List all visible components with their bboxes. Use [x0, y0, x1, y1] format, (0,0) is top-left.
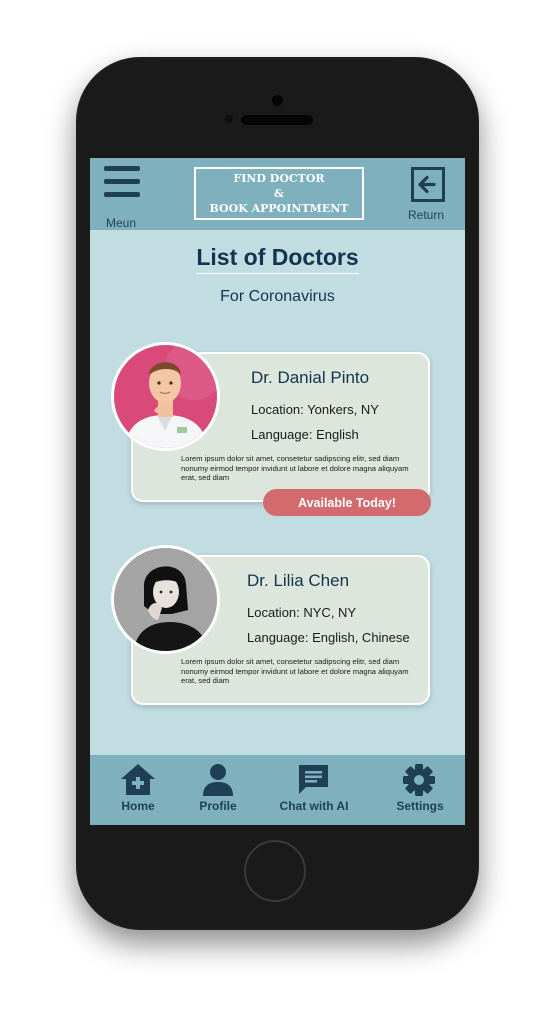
doctor-photo	[111, 342, 220, 451]
doctor-name[interactable]: Dr. Lilia Chen	[247, 571, 349, 591]
nav-profile-label: Profile	[199, 799, 237, 813]
top-bar: Meun FIND DOCTOR & BOOK APPOINTMENT Retu…	[90, 158, 465, 230]
page-subtitle: For Coronavirus	[220, 288, 335, 305]
app-title-line-2: &	[274, 187, 284, 200]
doctor-location: Location: NYC, NY	[247, 605, 357, 620]
doctor-photo	[111, 545, 220, 654]
gear-icon	[403, 764, 435, 796]
app-title-line-3: BOOK APPOINTMENT	[209, 202, 349, 215]
menu-label: Meun	[106, 216, 137, 230]
person-icon	[203, 764, 233, 796]
app-title-box: FIND DOCTOR & BOOK APPOINTMENT	[194, 167, 364, 220]
nav-profile[interactable]: Profile	[194, 755, 242, 825]
nav-settings-label: Settings	[396, 799, 444, 813]
app-title-line-1: FIND DOCTOR	[233, 172, 325, 185]
earpiece-speaker	[241, 115, 313, 125]
proximity-sensor	[225, 115, 233, 123]
nav-chat-label: Chat with AI	[279, 799, 349, 813]
doctor-name[interactable]: Dr. Danial Pinto	[251, 368, 369, 388]
nav-settings[interactable]: Settings	[392, 755, 448, 825]
doctor-language: Language: English, Chinese	[247, 630, 410, 645]
phone-home-button[interactable]	[244, 840, 306, 902]
app-screen: Meun FIND DOCTOR & BOOK APPOINTMENT Retu…	[90, 158, 465, 825]
available-today-badge[interactable]: Available Today!	[263, 489, 431, 516]
doctor-language: Language: English	[251, 427, 359, 442]
doctor-description: Lorem ipsum dolor sit amet, consetetur s…	[181, 454, 409, 482]
doctor-description: Lorem ipsum dolor sit amet, consetetur s…	[181, 657, 409, 685]
chat-icon	[299, 765, 328, 794]
return-label: Return	[408, 208, 445, 222]
menu-button[interactable]: Meun	[102, 166, 142, 230]
title-underline	[196, 273, 359, 274]
return-arrow-icon	[411, 167, 445, 202]
front-camera	[272, 95, 283, 106]
bottom-nav: Home Profile Chat with AI Settings	[90, 755, 465, 825]
nav-chat-ai[interactable]: Chat with AI	[276, 755, 352, 825]
page-title: List of Doctors	[196, 244, 359, 270]
nav-home-label: Home	[121, 799, 155, 813]
return-button[interactable]: Return	[408, 167, 452, 227]
home-icon	[121, 764, 155, 795]
doctor-location: Location: Yonkers, NY	[251, 402, 379, 417]
phone-frame: Meun FIND DOCTOR & BOOK APPOINTMENT Retu…	[76, 57, 479, 930]
nav-home[interactable]: Home	[116, 755, 160, 825]
